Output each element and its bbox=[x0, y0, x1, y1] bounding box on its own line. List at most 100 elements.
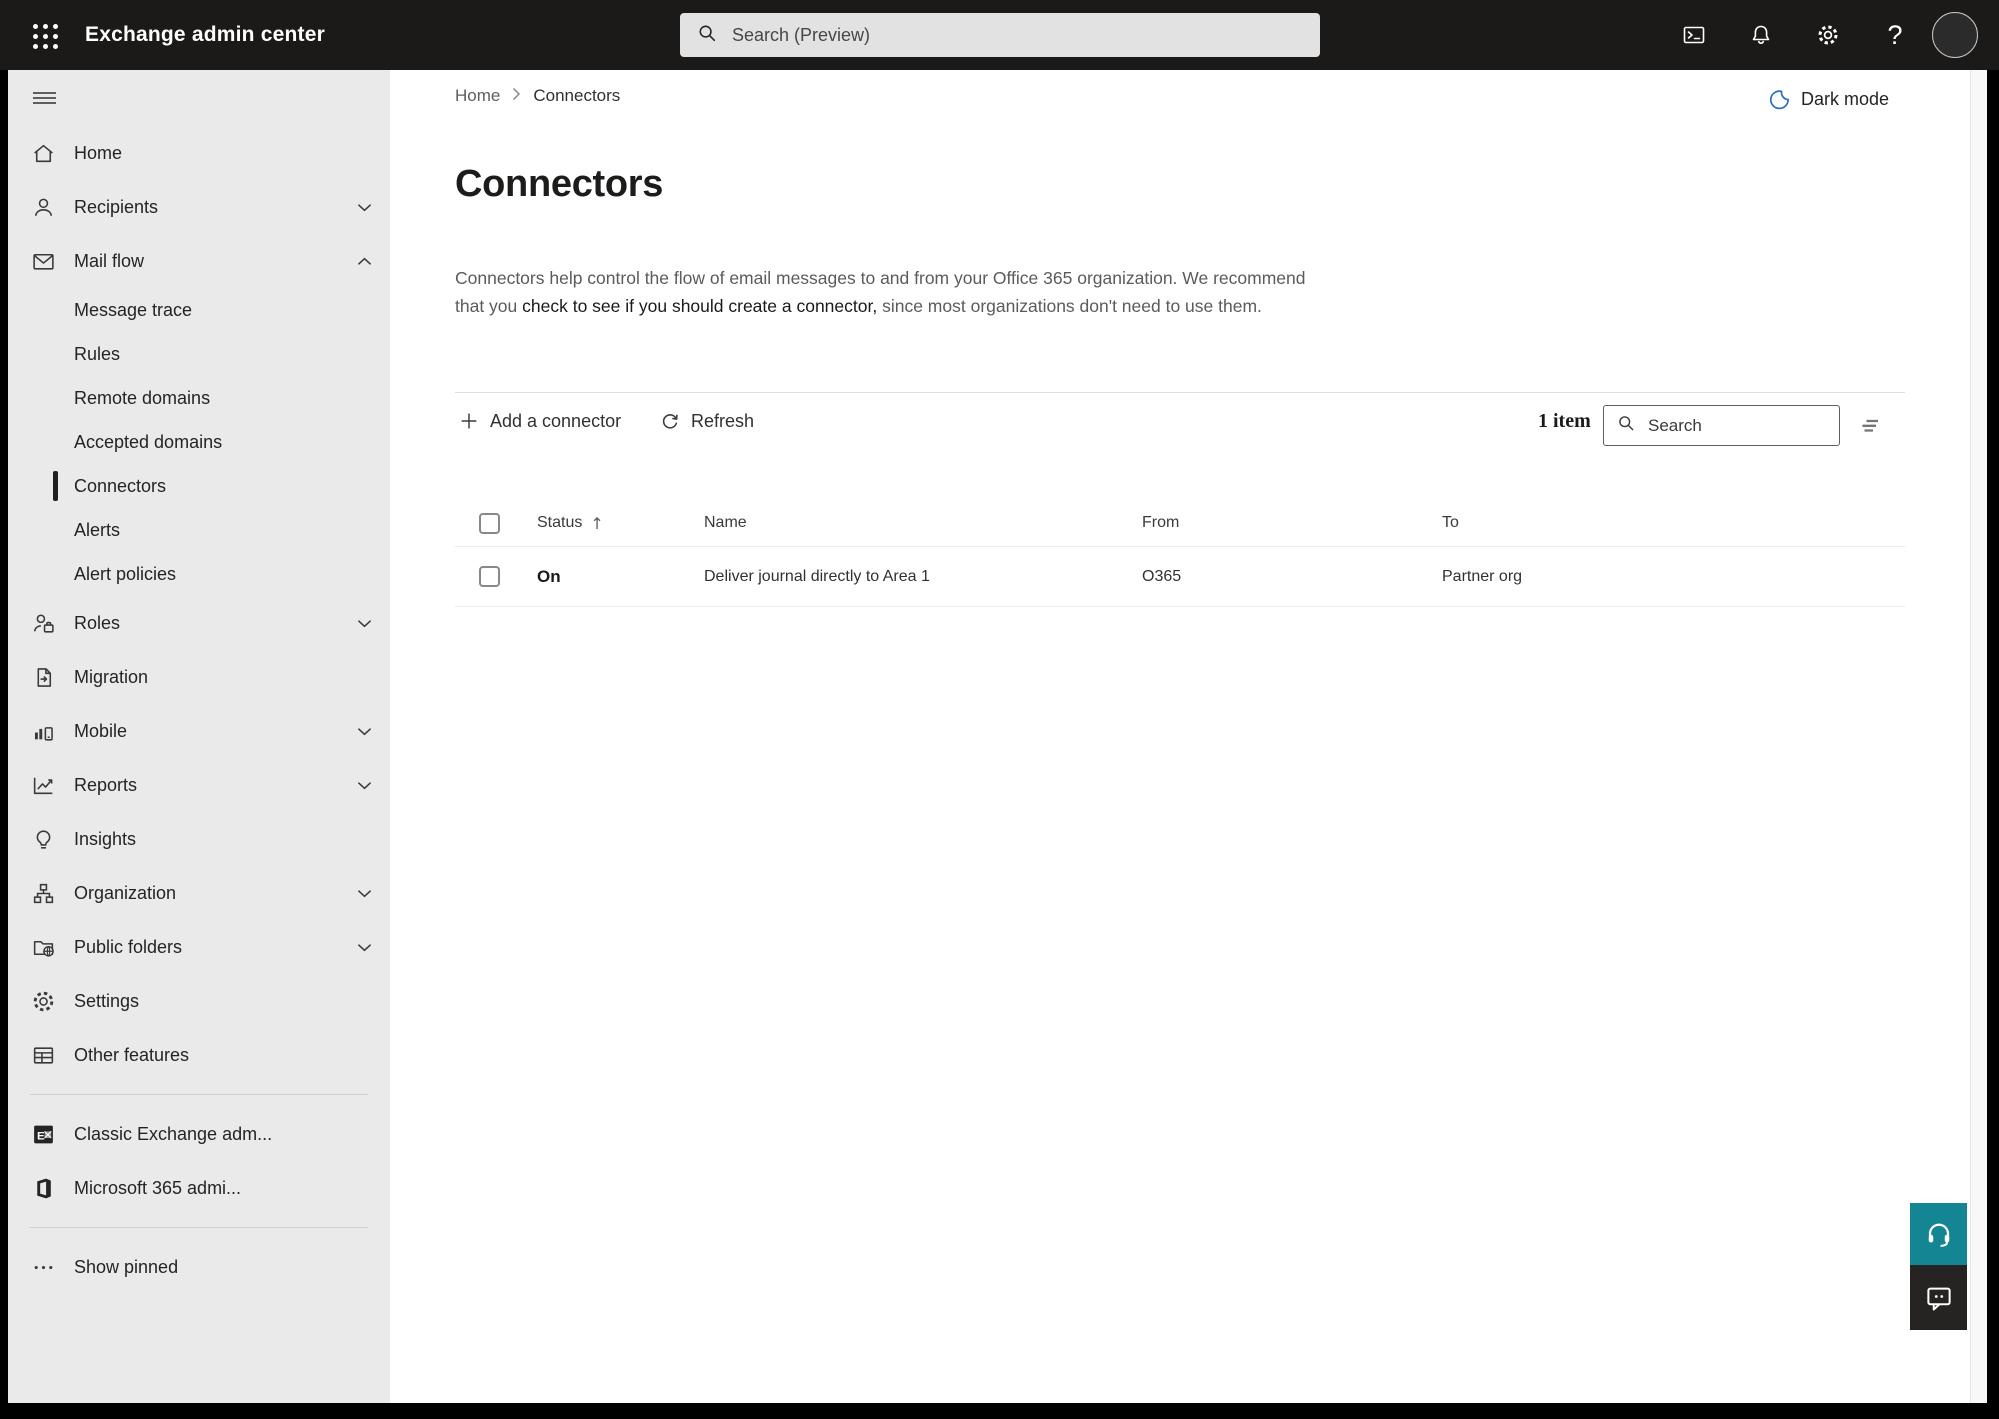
chevron-down-icon bbox=[357, 781, 372, 790]
sidebar-nav: Home Recipients Mail flow Message trace … bbox=[8, 70, 390, 1403]
connector-name[interactable]: Deliver journal directly to Area 1 bbox=[704, 568, 1142, 586]
recipients-icon bbox=[30, 194, 56, 220]
sidebar-item-classic-exchange-admin[interactable]: E Classic Exchange adm... bbox=[8, 1107, 390, 1161]
sidebar-item-rules[interactable]: Rules bbox=[8, 332, 390, 376]
table-header-row: Status ↑ Name From To bbox=[455, 500, 1905, 547]
refresh-button[interactable]: Refresh bbox=[653, 406, 760, 436]
sidebar-item-microsoft-365-admin[interactable]: Microsoft 365 admi... bbox=[8, 1161, 390, 1215]
sidebar-item-show-pinned[interactable]: Show pinned bbox=[8, 1240, 390, 1294]
sidebar-item-other-features[interactable]: Other features bbox=[8, 1028, 390, 1082]
sidebar-item-message-trace[interactable]: Message trace bbox=[8, 288, 390, 332]
topbar-search[interactable] bbox=[680, 13, 1320, 57]
organization-icon bbox=[30, 880, 56, 906]
connectors-table: Status ↑ Name From To On Deliver journal… bbox=[455, 500, 1905, 607]
sidebar-item-connectors[interactable]: Connectors bbox=[8, 464, 390, 508]
page-title: Connectors bbox=[455, 163, 664, 205]
description-post: since most organizations don't need to u… bbox=[877, 295, 1262, 316]
app-launcher-button[interactable] bbox=[28, 19, 62, 53]
add-connector-button[interactable]: Add a connector bbox=[452, 406, 627, 436]
sidebar-item-alert-policies[interactable]: Alert policies bbox=[8, 552, 390, 596]
search-icon bbox=[696, 22, 718, 49]
settings-button[interactable] bbox=[1810, 17, 1846, 53]
dark-mode-toggle[interactable]: Dark mode bbox=[1762, 87, 1895, 112]
create-connector-link[interactable]: check to see if you should create a conn… bbox=[522, 296, 877, 316]
collapse-nav-button[interactable] bbox=[8, 70, 390, 126]
home-icon bbox=[30, 140, 56, 166]
sidebar-divider bbox=[30, 1227, 368, 1228]
filter-button[interactable] bbox=[1852, 410, 1888, 442]
sidebar-item-roles[interactable]: Roles bbox=[8, 596, 390, 650]
list-search-input[interactable] bbox=[1646, 414, 1839, 437]
chevron-down-icon bbox=[357, 889, 372, 898]
sidebar-item-alerts[interactable]: Alerts bbox=[8, 508, 390, 552]
ellipsis-icon bbox=[30, 1254, 56, 1280]
column-header-from[interactable]: From bbox=[1142, 514, 1442, 532]
list-search[interactable] bbox=[1603, 405, 1840, 446]
feedback-button[interactable] bbox=[1910, 1265, 1967, 1330]
page-description: Connectors help control the flow of emai… bbox=[455, 264, 1307, 320]
exchange-admin-window: Exchange admin center Search (Preview) ?… bbox=[0, 0, 1999, 1419]
sidebar-item-remote-domains[interactable]: Remote domains bbox=[8, 376, 390, 420]
cloud-shell-button[interactable] bbox=[1676, 17, 1712, 53]
other-features-icon bbox=[30, 1042, 56, 1068]
gear-icon bbox=[30, 988, 56, 1014]
column-header-status[interactable]: Status ↑ bbox=[537, 514, 704, 533]
app-title: Exchange admin center bbox=[85, 23, 325, 46]
dark-mode-label: Dark mode bbox=[1800, 89, 1889, 109]
column-header-to[interactable]: To bbox=[1442, 514, 1905, 532]
connector-from: O365 bbox=[1142, 567, 1182, 585]
sidebar-item-settings[interactable]: Settings bbox=[8, 974, 390, 1028]
sidebar-item-reports[interactable]: Reports bbox=[8, 758, 390, 812]
topbar: Exchange admin center Search (Preview) ? bbox=[0, 0, 1999, 70]
sidebar-item-mail-flow[interactable]: Mail flow bbox=[8, 234, 390, 288]
gear-icon bbox=[1818, 25, 1838, 45]
table-row[interactable]: On Deliver journal directly to Area 1 O3… bbox=[455, 547, 1905, 607]
plus-icon bbox=[461, 413, 477, 429]
item-count: 1 item bbox=[1538, 410, 1591, 432]
scrollbar-track[interactable] bbox=[1970, 70, 1987, 1403]
help-button[interactable]: ? bbox=[1877, 17, 1913, 53]
connector-to: Partner org bbox=[1442, 567, 1523, 585]
sidebar-item-recipients[interactable]: Recipients bbox=[8, 180, 390, 234]
hamburger-icon bbox=[33, 92, 56, 104]
breadcrumb-home-link[interactable]: Home bbox=[455, 86, 500, 106]
sort-ascending-icon: ↑ bbox=[590, 513, 604, 533]
classic-exchange-icon: E bbox=[30, 1121, 56, 1147]
sidebar-item-mobile[interactable]: Mobile bbox=[8, 704, 390, 758]
sidebar-item-home[interactable]: Home bbox=[8, 126, 390, 180]
sidebar-item-public-folders[interactable]: Public folders bbox=[8, 920, 390, 974]
chevron-down-icon bbox=[357, 943, 372, 952]
migration-icon bbox=[30, 664, 56, 690]
notifications-button[interactable] bbox=[1743, 17, 1779, 53]
select-all-checkbox[interactable] bbox=[479, 512, 500, 534]
headset-icon bbox=[1928, 1223, 1949, 1247]
sidebar-item-accepted-domains[interactable]: Accepted domains bbox=[8, 420, 390, 464]
sidebar-item-insights[interactable]: Insights bbox=[8, 812, 390, 866]
mail-flow-icon bbox=[30, 248, 56, 274]
feedback-bubble-icon bbox=[1926, 1287, 1951, 1310]
mobile-icon bbox=[30, 718, 56, 744]
topbar-search-input[interactable] bbox=[730, 23, 1320, 47]
refresh-icon bbox=[662, 414, 678, 429]
chevron-down-icon bbox=[357, 727, 372, 736]
chevron-down-icon bbox=[357, 619, 372, 628]
search-icon bbox=[1616, 413, 1636, 438]
sidebar-item-migration[interactable]: Migration bbox=[8, 650, 390, 704]
svg-text:E: E bbox=[37, 1130, 45, 1142]
chevron-right-icon bbox=[512, 86, 521, 106]
connector-status: On bbox=[537, 566, 561, 586]
main-content: Home Connectors Dark mode Connectors Con… bbox=[390, 70, 1970, 1403]
public-folders-icon bbox=[30, 934, 56, 960]
bell-icon bbox=[1752, 25, 1770, 44]
account-avatar[interactable] bbox=[1932, 12, 1978, 58]
sidebar-item-organization[interactable]: Organization bbox=[8, 866, 390, 920]
support-button[interactable] bbox=[1910, 1203, 1967, 1265]
row-checkbox[interactable] bbox=[479, 566, 500, 587]
reports-icon bbox=[30, 772, 56, 798]
breadcrumb: Home Connectors bbox=[455, 86, 620, 106]
moon-icon bbox=[1769, 90, 1789, 110]
column-header-name[interactable]: Name bbox=[704, 514, 1142, 532]
cloud-shell-icon bbox=[1683, 26, 1705, 44]
insights-icon bbox=[30, 826, 56, 852]
help-icon: ? bbox=[1887, 19, 1903, 50]
